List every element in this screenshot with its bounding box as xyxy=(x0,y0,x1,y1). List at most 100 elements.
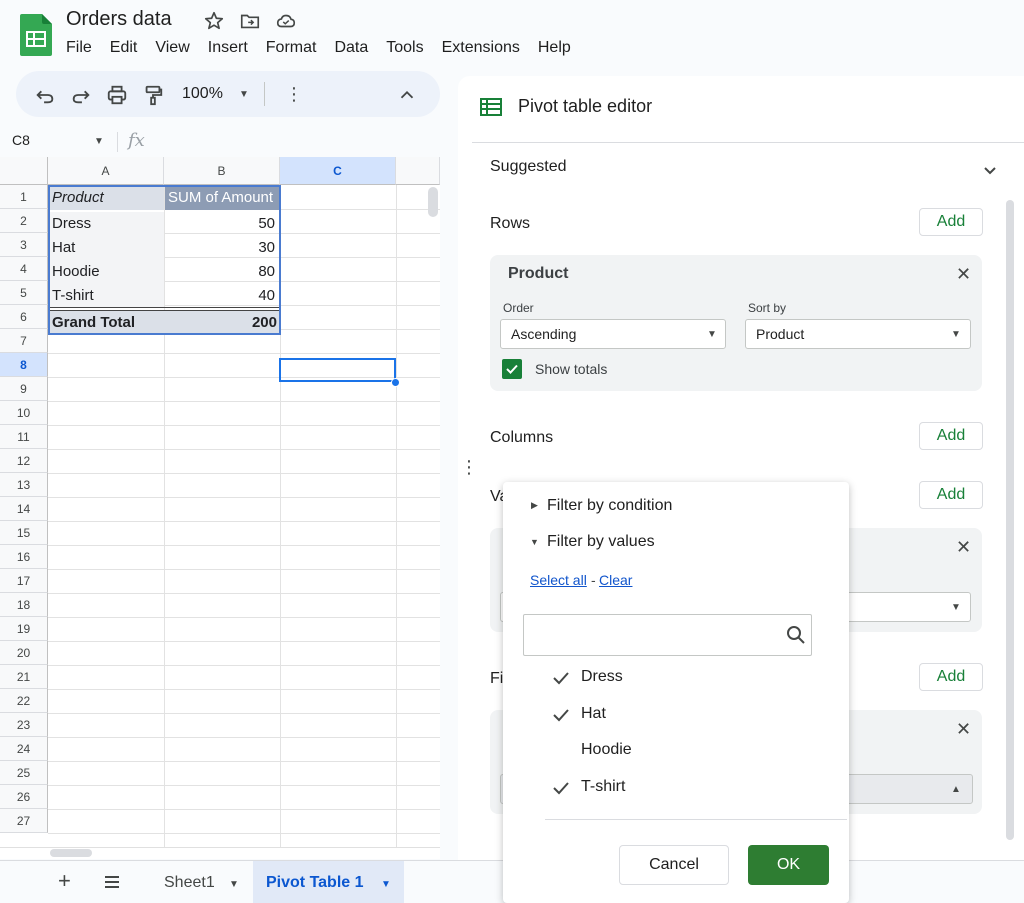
columns-add-button[interactable]: Add xyxy=(919,422,983,450)
row-header[interactable]: 22 xyxy=(0,689,48,713)
more-options-icon[interactable]: ⋮ xyxy=(285,82,303,106)
row-header[interactable]: 23 xyxy=(0,713,48,737)
document-title[interactable]: Orders data xyxy=(66,8,172,31)
ok-button[interactable]: OK xyxy=(748,845,829,885)
gridline xyxy=(48,785,440,786)
redo-icon[interactable] xyxy=(70,84,92,106)
select-all-link[interactable]: Select all xyxy=(530,572,587,588)
chevron-down-icon[interactable] xyxy=(981,161,999,179)
row-header[interactable]: 24 xyxy=(0,737,48,761)
print-icon[interactable] xyxy=(106,84,128,106)
menu-data[interactable]: Data xyxy=(334,39,368,57)
row-header[interactable]: 19 xyxy=(0,617,48,641)
undo-icon[interactable] xyxy=(34,84,56,106)
name-box[interactable]: C8 xyxy=(12,132,30,148)
sortby-label: Sort by xyxy=(748,301,787,315)
show-totals-checkbox[interactable] xyxy=(502,359,522,379)
row-header[interactable]: 9 xyxy=(0,377,48,401)
row-header[interactable]: 27 xyxy=(0,809,48,833)
sheet-tab-sheet1[interactable]: Sheet1 xyxy=(164,874,215,892)
zoom-dropdown-icon[interactable]: ▼ xyxy=(239,89,249,100)
row-header[interactable]: 17 xyxy=(0,569,48,593)
name-box-dropdown-icon[interactable]: ▼ xyxy=(94,136,104,147)
cloud-saved-icon[interactable] xyxy=(275,10,297,32)
menu-edit[interactable]: Edit xyxy=(110,39,138,57)
column-header-a[interactable]: A xyxy=(48,157,164,185)
filters-add-button[interactable]: Add xyxy=(919,663,983,691)
paint-format-icon[interactable] xyxy=(142,84,164,106)
row-header[interactable]: 18 xyxy=(0,593,48,617)
cancel-button[interactable]: Cancel xyxy=(619,845,729,885)
menu-extensions[interactable]: Extensions xyxy=(442,39,520,57)
row-header[interactable]: 25 xyxy=(0,761,48,785)
menu-insert[interactable]: Insert xyxy=(208,39,248,57)
row-header[interactable]: 5 xyxy=(0,281,48,305)
values-field-close-icon[interactable]: ✕ xyxy=(956,537,971,558)
select-all-corner[interactable] xyxy=(0,157,48,185)
row-header[interactable]: 13 xyxy=(0,473,48,497)
suggested-heading[interactable]: Suggested xyxy=(490,158,567,176)
row-header[interactable]: 26 xyxy=(0,785,48,809)
panel-resize-handle-icon[interactable]: ⋮ xyxy=(460,455,478,479)
menu-file[interactable]: File xyxy=(66,39,92,57)
row-header[interactable]: 8 xyxy=(0,353,48,377)
filter-by-values[interactable]: Filter by values xyxy=(547,533,655,551)
row-header[interactable]: 1 xyxy=(0,185,48,209)
row-header[interactable]: 2 xyxy=(0,209,48,233)
horizontal-scrollbar-thumb[interactable] xyxy=(50,849,92,857)
fill-handle[interactable] xyxy=(391,378,400,387)
expand-right-icon[interactable]: ▶ xyxy=(531,500,538,511)
zoom-select[interactable]: 100% xyxy=(182,85,223,103)
menu-tools[interactable]: Tools xyxy=(386,39,423,57)
expand-down-icon[interactable]: ▼ xyxy=(530,537,539,547)
row-header[interactable]: 7 xyxy=(0,329,48,353)
menu-help[interactable]: Help xyxy=(538,39,571,57)
sheet1-dropdown-icon[interactable]: ▼ xyxy=(229,879,239,890)
menu-format[interactable]: Format xyxy=(266,39,317,57)
filter-value-item[interactable]: Hoodie xyxy=(581,741,632,759)
vertical-scrollbar-thumb[interactable] xyxy=(428,187,438,217)
filter-field-close-icon[interactable]: ✕ xyxy=(956,719,971,740)
menu-view[interactable]: View xyxy=(155,39,189,57)
filter-value-item[interactable]: Hat xyxy=(581,705,606,723)
row-header[interactable]: 15 xyxy=(0,521,48,545)
filter-value-item[interactable]: Dress xyxy=(581,668,623,686)
all-sheets-icon[interactable] xyxy=(102,872,122,892)
clear-link[interactable]: Clear xyxy=(599,572,632,588)
row-header[interactable]: 11 xyxy=(0,425,48,449)
rows-add-button[interactable]: Add xyxy=(919,208,983,236)
move-folder-icon[interactable] xyxy=(239,10,261,32)
order-dropdown-icon[interactable]: ▼ xyxy=(707,329,717,340)
order-select[interactable]: Ascending xyxy=(500,319,726,349)
star-icon[interactable] xyxy=(203,10,225,32)
spreadsheet-grid[interactable]: A B C 1 2 3 4 5 6 7 8 9 10 11 12 13 14 15 16 17 18 19 20 21 2… xyxy=(0,157,440,847)
add-sheet-icon[interactable]: + xyxy=(58,869,71,893)
pivot-tab-dropdown-icon[interactable]: ▼ xyxy=(381,879,391,890)
values-add-button[interactable]: Add xyxy=(919,481,983,509)
row-header[interactable]: 4 xyxy=(0,257,48,281)
row-header[interactable]: 16 xyxy=(0,545,48,569)
filter-by-condition[interactable]: Filter by condition xyxy=(547,497,672,515)
sortby-select[interactable]: Product xyxy=(745,319,971,349)
row-header[interactable]: 20 xyxy=(0,641,48,665)
row-field-close-icon[interactable]: ✕ xyxy=(956,264,971,285)
row-header[interactable]: 12 xyxy=(0,449,48,473)
filter-value-item[interactable]: T-shirt xyxy=(581,778,625,796)
values-dropdown-icon[interactable]: ▼ xyxy=(951,602,961,613)
chevron-up-icon[interactable] xyxy=(396,84,418,106)
row-header[interactable]: 3 xyxy=(0,233,48,257)
gridline xyxy=(48,641,440,642)
row-header[interactable]: 14 xyxy=(0,497,48,521)
row-header[interactable]: 6 xyxy=(0,305,48,329)
filter-status-up-icon[interactable]: ▲ xyxy=(951,784,961,795)
column-header-b[interactable]: B xyxy=(164,157,280,185)
sortby-dropdown-icon[interactable]: ▼ xyxy=(951,329,961,340)
row-header[interactable]: 21 xyxy=(0,665,48,689)
column-header-c[interactable]: C xyxy=(280,157,396,185)
filter-search-input[interactable] xyxy=(523,614,812,656)
row-header[interactable]: 10 xyxy=(0,401,48,425)
column-header-d[interactable] xyxy=(396,157,440,185)
selected-cell-c8[interactable] xyxy=(279,358,396,382)
panel-scrollbar[interactable] xyxy=(1006,200,1014,840)
sheets-logo-icon[interactable] xyxy=(20,14,52,56)
